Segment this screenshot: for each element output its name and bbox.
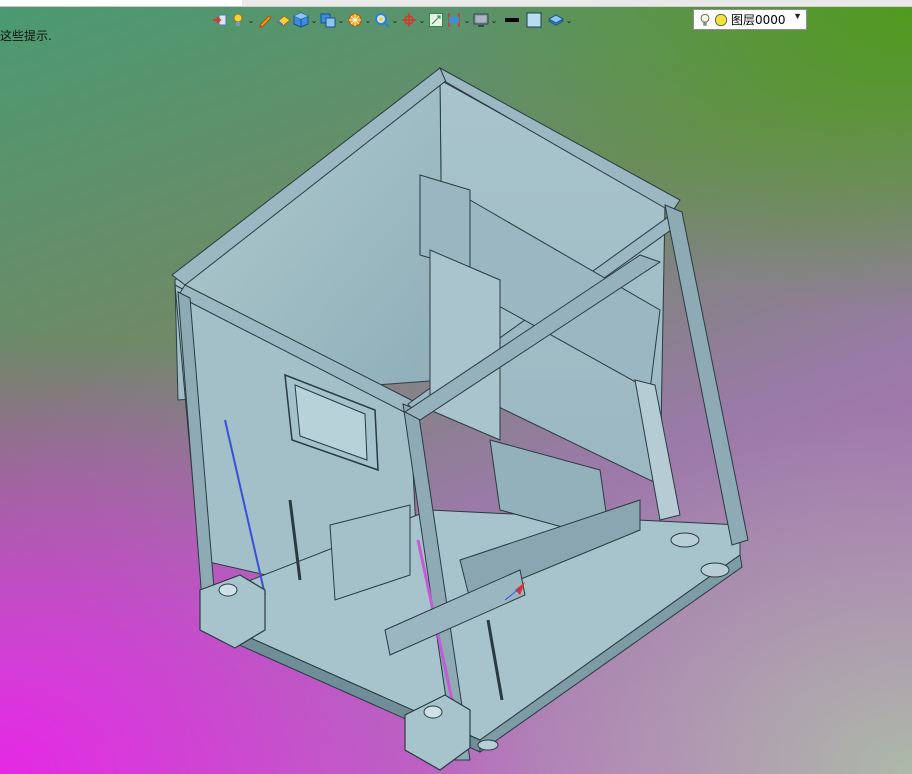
frame-post — [664, 204, 749, 546]
machine-3d-model[interactable] — [0, 0, 912, 774]
cad-viewport[interactable]: 这些提示. ⌄ ⌄ ⌄ ⌄ ⌄ ⌄ ⌄ ⌄ ⌄ 图层0000 ▼ — [0, 0, 912, 774]
